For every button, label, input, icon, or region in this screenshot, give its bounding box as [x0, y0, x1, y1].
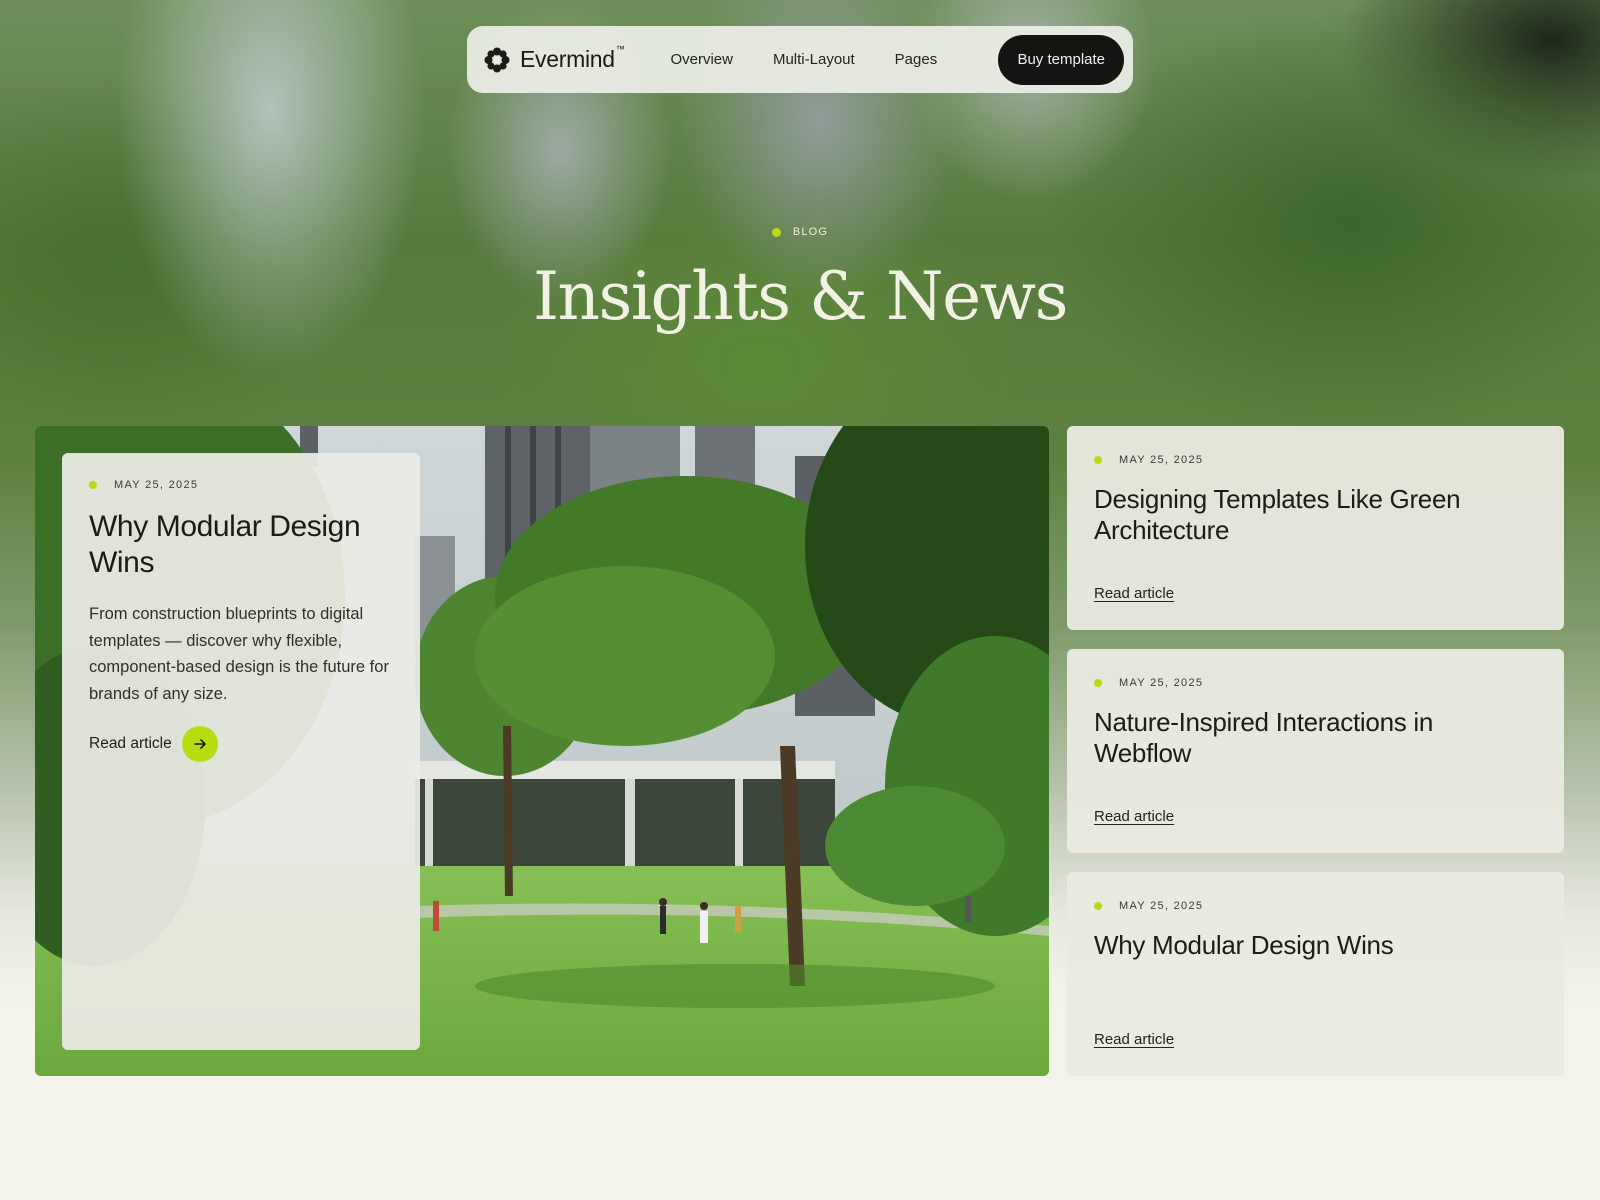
read-article-link[interactable]: Read article — [1094, 808, 1174, 825]
read-article-label: Read article — [89, 735, 172, 752]
article-card[interactable]: MAY 25, 2025 Designing Templates Like Gr… — [1067, 426, 1564, 630]
eyebrow-label: BLOG — [792, 226, 829, 238]
article-meta: MAY 25, 2025 — [1094, 454, 1537, 466]
article-meta: MAY 25, 2025 — [1094, 900, 1537, 912]
article-card[interactable]: MAY 25, 2025 Nature-Inspired Interaction… — [1067, 649, 1564, 853]
section-eyebrow: BLOG — [0, 226, 1600, 238]
accent-dot-icon — [771, 227, 781, 237]
featured-article-card[interactable]: MAY 25, 2025 Why Modular Design Wins Fro… — [35, 426, 1049, 1076]
nav-link-multi-layout[interactable]: Multi-Layout — [773, 51, 855, 68]
article-date: MAY 25, 2025 — [1119, 454, 1204, 466]
brand-logo[interactable]: Evermind™ — [483, 44, 625, 74]
page-title: Insights & News — [532, 258, 1069, 335]
read-article-link[interactable]: Read article — [1094, 585, 1174, 602]
accent-dot-icon — [1094, 679, 1102, 687]
accent-dot-icon — [89, 481, 97, 489]
featured-description: From construction blueprints to digital … — [89, 605, 389, 703]
featured-meta: MAY 25, 2025 — [89, 479, 393, 491]
article-title[interactable]: Why Modular Design Wins — [1094, 930, 1537, 992]
article-date: MAY 25, 2025 — [1119, 677, 1204, 689]
featured-title[interactable]: Why Modular Design Wins — [89, 509, 393, 581]
flower-logo-icon — [484, 47, 510, 72]
featured-read-article-link[interactable]: Read article — [89, 726, 393, 762]
accent-dot-icon — [1094, 902, 1102, 910]
nav-links: Overview Multi-Layout Pages — [670, 51, 937, 68]
accent-dot-icon — [1094, 456, 1102, 464]
nav-link-overview[interactable]: Overview — [670, 51, 733, 68]
nav-link-pages[interactable]: Pages — [895, 51, 938, 68]
read-article-link[interactable]: Read article — [1094, 1031, 1174, 1048]
article-title[interactable]: Nature-Inspired Interactions in Webflow — [1094, 707, 1537, 769]
article-date: MAY 25, 2025 — [1119, 900, 1204, 912]
buy-template-button[interactable]: Buy template — [998, 34, 1124, 85]
arrow-right-icon — [193, 739, 206, 749]
blog-page: Evermind™ Overview Multi-Layout Pages Bu… — [0, 0, 1600, 1200]
featured-article-panel: MAY 25, 2025 Why Modular Design Wins Fro… — [62, 453, 420, 1050]
featured-date: MAY 25, 2025 — [114, 479, 199, 491]
article-meta: MAY 25, 2025 — [1094, 677, 1537, 689]
article-title[interactable]: Designing Templates Like Green Architect… — [1094, 484, 1537, 546]
brand-name: Evermind™ — [520, 44, 625, 72]
article-card[interactable]: MAY 25, 2025 Why Modular Design Wins Rea… — [1067, 872, 1564, 1076]
arrow-right-button[interactable] — [181, 726, 218, 762]
top-navbar: Evermind™ Overview Multi-Layout Pages Bu… — [467, 26, 1133, 93]
